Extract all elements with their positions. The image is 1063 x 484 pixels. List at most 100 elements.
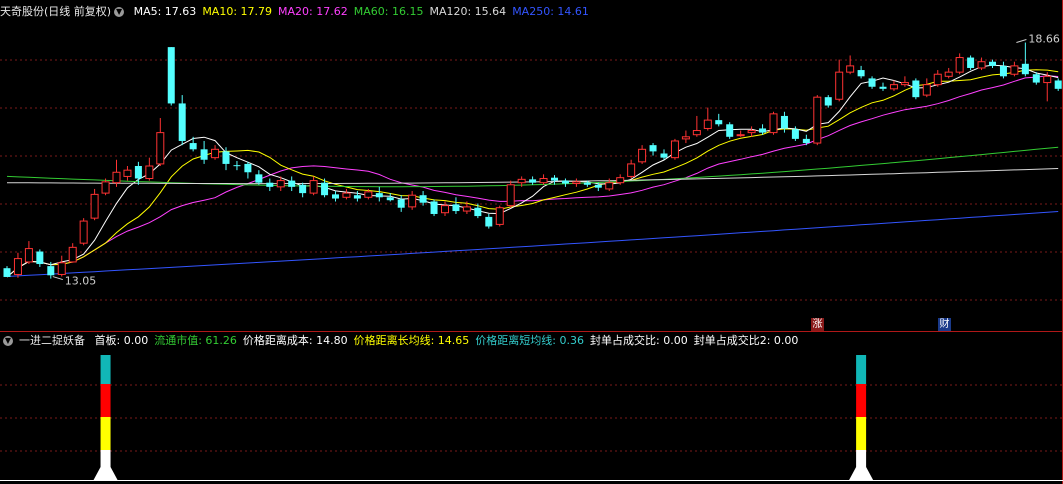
candle xyxy=(495,207,504,225)
ma-legend-item: MA60: 16.15 xyxy=(353,5,424,18)
candle xyxy=(933,73,942,86)
limit-up-badge[interactable]: 涨 xyxy=(811,318,824,331)
candle xyxy=(726,124,734,137)
ma-legend-item: MA250: 14.61 xyxy=(512,5,589,18)
candle xyxy=(288,180,296,187)
candle xyxy=(342,192,351,198)
candle xyxy=(90,193,99,219)
finance-badge[interactable]: 财 xyxy=(938,318,951,331)
candle xyxy=(551,177,558,181)
candle xyxy=(561,180,569,184)
candle xyxy=(13,258,22,275)
candle xyxy=(835,71,844,100)
candle xyxy=(233,165,241,167)
candle xyxy=(57,262,66,275)
ma-legend-item: MA10: 17.79 xyxy=(202,5,273,18)
candle xyxy=(36,251,44,265)
candle xyxy=(627,163,636,177)
chevron-down-icon[interactable]: ▼ xyxy=(114,7,125,17)
candle xyxy=(1043,75,1052,84)
candle xyxy=(1021,63,1029,75)
candle xyxy=(276,180,285,188)
candle xyxy=(309,180,318,194)
candle xyxy=(485,216,493,227)
candle xyxy=(375,193,383,198)
candle xyxy=(868,78,876,87)
candle xyxy=(364,191,373,198)
ma-legend-item: MA120: 15.64 xyxy=(429,5,507,18)
candle xyxy=(408,194,417,208)
ma5-line xyxy=(6,64,1059,278)
candle xyxy=(123,169,132,177)
indicator-legend: ▼ 一进二捉妖备 首板: 0.00 流通市值: 61.26 价格距离成本: 14.80… xyxy=(0,333,810,349)
candle xyxy=(474,207,482,217)
ma-legend-item: MA5: 17.63 xyxy=(133,5,197,18)
chevron-down-icon[interactable]: ▼ xyxy=(3,336,13,346)
signal-bar-red xyxy=(100,384,111,417)
signal-bar-red xyxy=(856,384,867,417)
annotation-arrow xyxy=(1016,39,1027,44)
candle xyxy=(506,184,515,207)
candle xyxy=(266,182,274,187)
candle xyxy=(441,205,449,214)
high-price-label: 18.66 xyxy=(1028,33,1060,46)
ma20-line xyxy=(6,75,1059,278)
candle xyxy=(79,220,88,244)
ma-legend-item: MA20: 17.62 xyxy=(278,5,348,18)
candle xyxy=(944,71,953,77)
candle xyxy=(999,65,1007,77)
candle xyxy=(813,96,822,144)
candle xyxy=(977,61,986,69)
signal-bar-white xyxy=(93,450,118,480)
main-legend: 天奇股份(日线 前复权) ▼ MA5: 17.63 MA10: 17.79 MA20:… xyxy=(0,4,601,20)
candle xyxy=(419,195,427,203)
signal-bar-yellow xyxy=(856,417,867,450)
signal-bar-cyan xyxy=(100,355,111,384)
candle xyxy=(967,57,975,68)
low-price-label: 13.05 xyxy=(65,275,97,288)
candle xyxy=(802,138,810,144)
kline-chart[interactable]: 18.66 13.05 xyxy=(0,0,1063,484)
candle xyxy=(989,61,996,66)
candle xyxy=(145,165,154,180)
ma-values: MA5: 17.63 MA10: 17.79 MA20: 17.62 MA60: 16… xyxy=(134,5,595,18)
candle xyxy=(211,148,220,159)
candle xyxy=(660,153,668,158)
indicator-legend-item: 封单占成交比: 0.00 xyxy=(590,334,688,347)
candle xyxy=(791,129,799,139)
candle xyxy=(955,57,964,73)
indicator-legend-item: 流通市值: 61.26 xyxy=(154,334,237,347)
candle xyxy=(255,174,263,183)
candle xyxy=(857,70,865,77)
candle xyxy=(1054,80,1062,89)
signal-bar-yellow xyxy=(100,417,111,450)
candle xyxy=(759,128,767,133)
candle xyxy=(200,149,208,160)
annotation-arrow xyxy=(52,276,63,281)
candle xyxy=(1032,74,1040,83)
candle xyxy=(244,163,252,173)
stock-title[interactable]: 天奇股份(日线 前复权) xyxy=(0,5,111,18)
indicator-legend-item: 封单占成交比2: 0.00 xyxy=(693,334,799,347)
indicator-legend-item: 价格距离短均线: 0.36 xyxy=(475,334,585,347)
candle xyxy=(769,113,778,134)
candle xyxy=(670,140,679,159)
candle xyxy=(900,82,909,86)
candle xyxy=(189,143,197,150)
candle xyxy=(638,148,647,163)
candle xyxy=(572,181,581,185)
candle xyxy=(824,97,832,106)
indicator-name[interactable]: 一进二捉妖备 xyxy=(19,334,85,347)
candle xyxy=(879,86,887,89)
candle xyxy=(616,177,625,184)
candle xyxy=(112,171,121,184)
candle xyxy=(594,184,602,188)
candle xyxy=(321,182,329,196)
candle xyxy=(529,179,537,183)
signal-bar-cyan xyxy=(856,355,867,384)
candle xyxy=(1010,65,1019,75)
candle xyxy=(178,103,186,141)
candle xyxy=(430,201,438,214)
candle xyxy=(692,130,701,136)
candle xyxy=(47,266,55,276)
